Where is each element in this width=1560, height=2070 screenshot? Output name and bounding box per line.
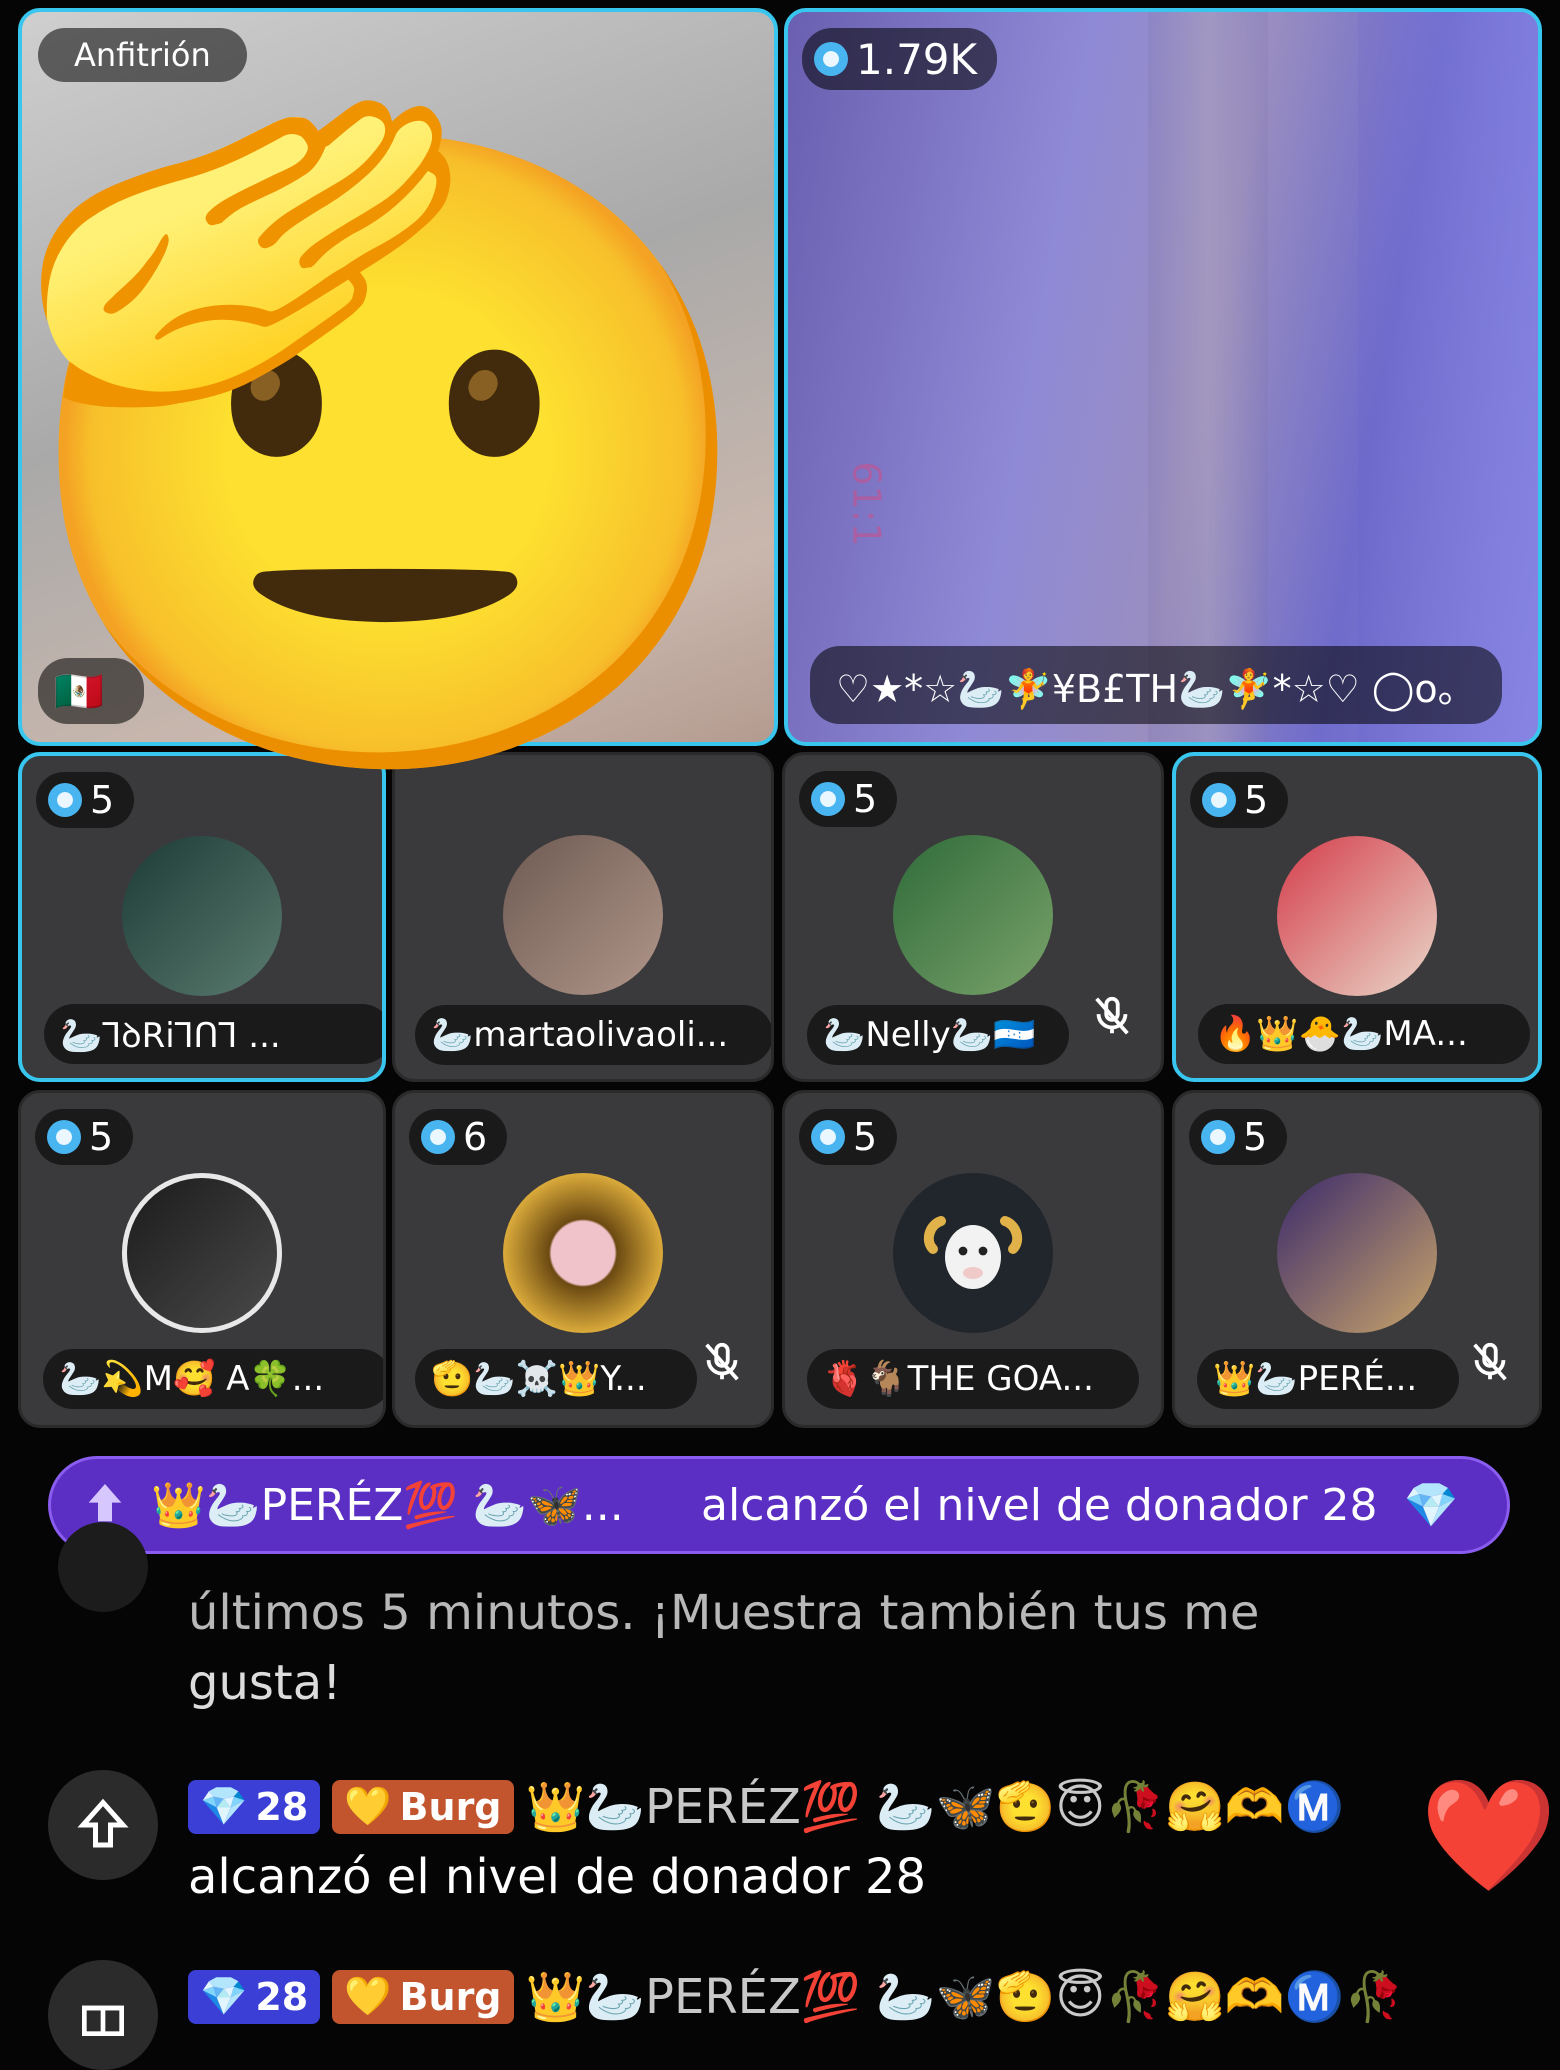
- mic-off-icon: [1095, 996, 1129, 1035]
- system-message-icon: [58, 1522, 148, 1612]
- mirrored-text: 61:1: [844, 461, 889, 547]
- avatar: [1277, 836, 1437, 996]
- door-frame-shape: [1148, 12, 1268, 742]
- avatar: [1277, 1173, 1437, 1333]
- seat-name-pill: 👑🦢PERÉ...: [1197, 1349, 1459, 1409]
- heart-icon: 💛: [344, 1784, 392, 1828]
- donor-level-badge: 💎 28: [188, 1779, 321, 1834]
- avatar: [503, 1173, 663, 1333]
- host-label: Anfitrión: [38, 28, 247, 82]
- seat-name-pill: 🦢ꓶꝺRiꓶꓵꓶ ...: [44, 1004, 382, 1064]
- seat-count-badge: 5: [1189, 1109, 1288, 1165]
- host-flag-pill: 🇲🇽: [38, 658, 144, 724]
- viewer-count-badge: 1.79K: [802, 28, 998, 90]
- guest-video-tile[interactable]: 1.79K 61:1 ♡★*☆🦢🧚¥B£TH🦢🧚*☆♡ ◯o。: [784, 8, 1542, 746]
- chat-message-1-text: alcanzó el nivel de donador 28: [188, 1849, 927, 1905]
- avatar: [122, 1173, 282, 1333]
- seat-name-pill: 🔥👑🐣🦢MA...: [1198, 1004, 1530, 1064]
- guest-name-pill[interactable]: ♡★*☆🦢🧚¥B£TH🦢🧚*☆♡ ◯o。: [810, 646, 1502, 724]
- chat-username[interactable]: 👑🦢PERÉZ💯 🦢🦋🫡😇🥀🤗🫶Ⓜ️🥀: [526, 1968, 1405, 2025]
- floating-heart-icon: ❤️: [1420, 1771, 1557, 1899]
- mexico-flag-icon: 🇲🇽: [54, 668, 104, 715]
- gift-icon: [48, 1960, 158, 2070]
- mic-off-icon: [1473, 1342, 1507, 1381]
- wall-light-shape: [1358, 12, 1538, 742]
- diamond-badge-icon: [421, 1120, 455, 1154]
- seat-tile-6[interactable]: 6 🫡🦢☠️👑Y...: [392, 1090, 774, 1428]
- host-video-tile[interactable]: Anfitrión 🇲🇽: [18, 8, 778, 746]
- avatar: [893, 1173, 1053, 1333]
- seat-count-badge: 5: [36, 772, 135, 828]
- seat-tile-8[interactable]: 5 👑🦢PERÉ...: [1172, 1090, 1542, 1428]
- gem-icon: 💎: [200, 1974, 248, 2018]
- seat-tile-1[interactable]: 5 🦢ꓶꝺRiꓶꓵꓶ ...: [18, 752, 386, 1082]
- avatar: [503, 835, 663, 995]
- system-message-line-1: últimos 5 minutos. ¡Muestra también tus …: [188, 1585, 1260, 1641]
- gem-icon: 💎: [1403, 1480, 1459, 1531]
- avatar: [122, 836, 282, 996]
- heart-icon: 💛: [344, 1974, 392, 2018]
- diamond-badge-icon: [1201, 1120, 1235, 1154]
- donor-level-banner[interactable]: 👑🦢PERÉZ💯 🦢🦋... alcanzó el nivel de donad…: [48, 1456, 1510, 1554]
- seat-count-badge: 6: [409, 1109, 508, 1165]
- seat-count-badge: 5: [799, 771, 898, 827]
- seat-name-pill: 🫀🐐THE GOA...: [807, 1349, 1139, 1409]
- seat-tile-4[interactable]: 5 🔥👑🐣🦢MA...: [1172, 752, 1542, 1082]
- seat-name-pill: 🦢martaolivaoli...: [415, 1005, 771, 1065]
- seat-tile-5[interactable]: 5 🦢💫M🥰 A🍀...: [18, 1090, 386, 1428]
- seat-tile-2[interactable]: 🦢martaolivaoli...: [392, 752, 774, 1082]
- system-message-line-2: gusta!: [188, 1655, 342, 1711]
- goat-icon: [923, 1216, 1023, 1289]
- diamond-badge-icon: [811, 782, 845, 816]
- seat-count-badge: 5: [35, 1109, 134, 1165]
- diamond-badge-icon: [48, 783, 82, 817]
- seat-tile-3[interactable]: 5 🦢Nelly🦢🇭🇳: [782, 752, 1164, 1082]
- club-badge: 💛 Burg: [332, 1779, 514, 1834]
- seat-name-pill: 🫡🦢☠️👑Y...: [415, 1349, 697, 1409]
- seat-name-pill: 🦢Nelly🦢🇭🇳: [807, 1005, 1069, 1065]
- level-up-icon: [48, 1770, 158, 1880]
- seat-tile-7[interactable]: 5 🫀🐐THE GOA...: [782, 1090, 1164, 1428]
- seat-name-pill: 🦢💫M🥰 A🍀...: [43, 1349, 383, 1409]
- chat-username[interactable]: 👑🦢PERÉZ💯 🦢🦋🫡😇🥀🤗🫶Ⓜ️: [526, 1778, 1345, 1835]
- chat-message-1-header: 💎 28 💛 Burg 👑🦢PERÉZ💯 🦢🦋🫡😇🥀🤗🫶Ⓜ️: [188, 1778, 1548, 1835]
- avatar: [893, 835, 1053, 995]
- mic-off-icon: [705, 1342, 739, 1381]
- donor-level-badge: 💎 28: [188, 1969, 321, 2024]
- diamond-badge-icon: [811, 1120, 845, 1154]
- diamond-badge-icon: [1202, 783, 1236, 817]
- diamond-badge-icon: [47, 1120, 81, 1154]
- chat-message-2-header: 💎 28 💛 Burg 👑🦢PERÉZ💯 🦢🦋🫡😇🥀🤗🫶Ⓜ️🥀: [188, 1968, 1548, 2025]
- seat-count-badge: 5: [799, 1109, 898, 1165]
- gem-icon: 💎: [200, 1784, 248, 1828]
- diamond-badge-icon: [814, 42, 848, 76]
- club-badge: 💛 Burg: [332, 1969, 514, 2024]
- seat-count-badge: 5: [1190, 772, 1289, 828]
